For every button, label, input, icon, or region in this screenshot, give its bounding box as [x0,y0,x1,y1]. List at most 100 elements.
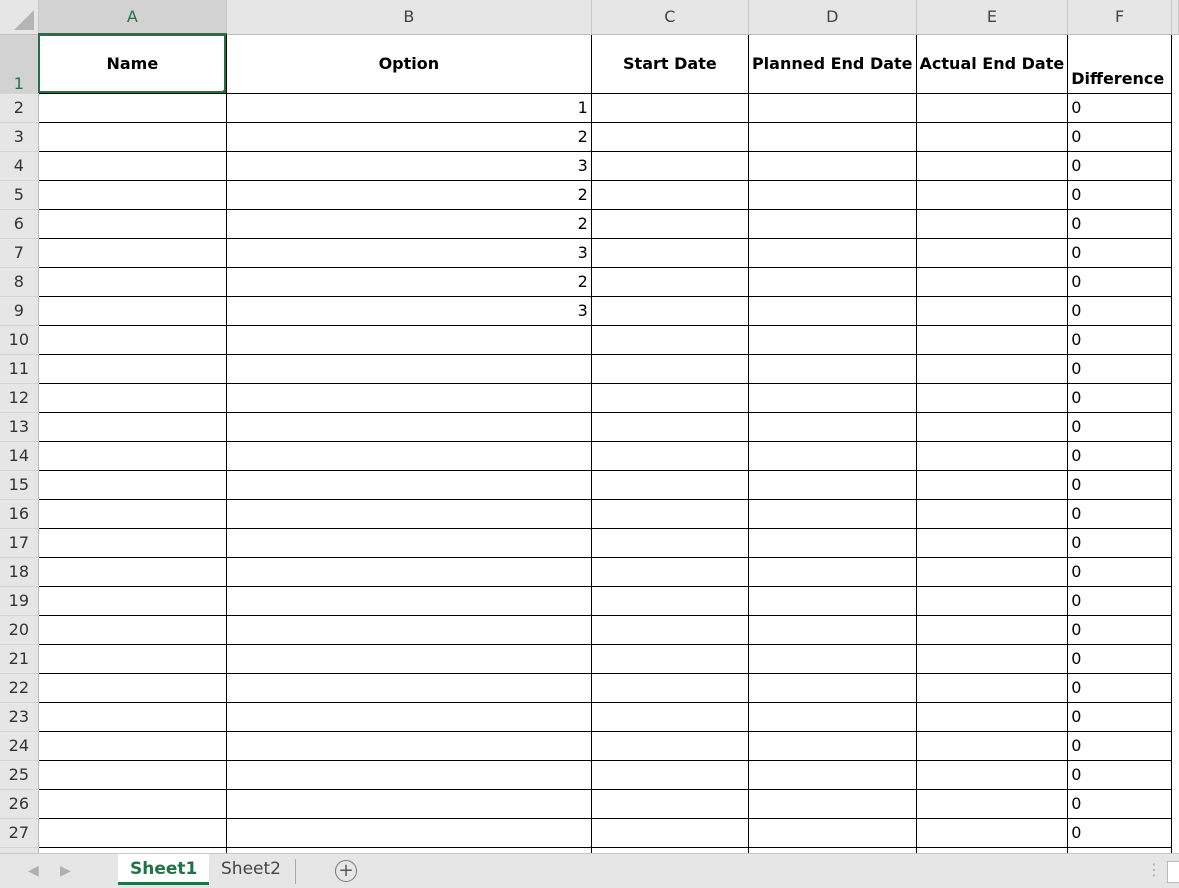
cell-g[interactable] [1171,412,1178,441]
row-header[interactable]: 6 [0,209,39,239]
cell-actual-end-date[interactable] [915,585,1069,616]
cell-actual-end-date[interactable] [915,208,1069,239]
cell-g[interactable] [1171,238,1178,267]
row-header[interactable]: 19 [0,586,39,616]
cell-g[interactable] [1171,644,1178,673]
column-header-c[interactable]: C [591,0,749,35]
cell-difference[interactable]: 0 [1067,643,1172,674]
cell-name[interactable] [37,527,227,558]
cell-planned-end-date[interactable] [747,237,917,268]
cell-planned-end-date[interactable] [747,382,917,413]
cell-option[interactable] [225,701,592,732]
cell-g[interactable] [1171,122,1178,151]
cell-start-date[interactable] [590,179,749,210]
cell-planned-end-date[interactable] [747,730,917,761]
cell-option[interactable] [225,556,592,587]
column-header-e[interactable]: E [916,0,1069,35]
row-header[interactable]: 17 [0,528,39,558]
cell-actual-end-date[interactable] [915,469,1069,500]
cell-name[interactable] [37,817,227,848]
cell-difference[interactable]: 0 [1067,817,1172,848]
cell-g[interactable] [1171,180,1178,209]
cell-difference[interactable]: 0 [1067,121,1172,152]
row-header[interactable]: 9 [0,296,39,326]
cell-option[interactable] [225,817,592,848]
cell-start-date[interactable] [590,353,749,384]
cell-name[interactable] [37,411,227,442]
cell-start-date[interactable] [590,440,749,471]
cell-planned-end-date[interactable] [747,498,917,529]
cell-start-date[interactable] [590,759,749,790]
row-header[interactable]: 26 [0,789,39,819]
cell-difference[interactable]: 0 [1067,730,1172,761]
cell-name[interactable] [37,121,227,152]
row-header[interactable]: 2 [0,93,39,123]
cell-name[interactable] [37,150,227,181]
cell-name[interactable] [37,208,227,239]
cell-difference[interactable]: 0 [1067,353,1172,384]
cell-option[interactable]: 2 [225,266,592,297]
cell-d1-planned-end-date-header[interactable]: Planned End Date [747,33,917,94]
cell-start-date[interactable] [590,411,749,442]
cell-planned-end-date[interactable] [747,121,917,152]
cell-f1-difference-header[interactable]: Difference [1067,33,1172,94]
cell-actual-end-date[interactable] [915,730,1069,761]
cell-option[interactable] [225,498,592,529]
row-header[interactable]: 8 [0,267,39,297]
cell-start-date[interactable] [590,701,749,732]
sheet-tab-sheet2[interactable]: Sheet2 [209,854,293,885]
row-header[interactable]: 27 [0,818,39,848]
cell-planned-end-date[interactable] [747,585,917,616]
cell-g[interactable] [1171,818,1178,847]
cell-option[interactable] [225,614,592,645]
cell-difference[interactable]: 0 [1067,498,1172,529]
column-header-f[interactable]: F [1067,0,1172,35]
row-header[interactable]: 12 [0,383,39,413]
cell-c1-start-date-header[interactable]: Start Date [590,33,749,94]
cell-g[interactable] [1171,789,1178,818]
cell-name[interactable] [37,353,227,384]
cell-name[interactable] [37,759,227,790]
row-header[interactable]: 7 [0,238,39,268]
column-header-g[interactable] [1171,0,1179,35]
cell-start-date[interactable] [590,382,749,413]
cell-planned-end-date[interactable] [747,179,917,210]
cell-actual-end-date[interactable] [915,237,1069,268]
cell-g[interactable] [1171,325,1178,354]
cell-start-date[interactable] [590,614,749,645]
cell-g[interactable] [1171,296,1178,325]
cell-g[interactable] [1171,673,1178,702]
cell-actual-end-date[interactable] [915,324,1069,355]
cell-start-date[interactable] [590,150,749,181]
cell-option[interactable] [225,353,592,384]
cell-g[interactable] [1171,499,1178,528]
cell-start-date[interactable] [590,121,749,152]
cell-start-date[interactable] [590,92,749,123]
cell-g[interactable] [1171,93,1178,122]
cell-planned-end-date[interactable] [747,92,917,123]
cell-difference[interactable]: 0 [1067,556,1172,587]
row-header[interactable]: 13 [0,412,39,442]
cell-difference[interactable]: 0 [1067,585,1172,616]
cell-name[interactable] [37,266,227,297]
cell-g[interactable] [1171,267,1178,296]
cell-option[interactable] [225,469,592,500]
cell-name[interactable] [37,585,227,616]
column-header-b[interactable]: B [226,0,592,35]
cell-difference[interactable]: 0 [1067,324,1172,355]
cell-g[interactable] [1171,702,1178,731]
scroll-tabs-right-icon[interactable]: ▶ [60,863,71,879]
row-header[interactable]: 15 [0,470,39,500]
cell-actual-end-date[interactable] [915,295,1069,326]
cell-option[interactable] [225,643,592,674]
spreadsheet-grid[interactable]: A B C D E F 1 Name Option Start Date Pla… [0,0,1179,877]
column-header-d[interactable]: D [748,0,917,35]
cell-g[interactable] [1171,557,1178,586]
cell-difference[interactable]: 0 [1067,788,1172,819]
cell-actual-end-date[interactable] [915,121,1069,152]
cell-planned-end-date[interactable] [747,643,917,674]
cell-difference[interactable]: 0 [1067,701,1172,732]
cell-option[interactable]: 2 [225,121,592,152]
cell-actual-end-date[interactable] [915,440,1069,471]
cell-difference[interactable]: 0 [1067,614,1172,645]
